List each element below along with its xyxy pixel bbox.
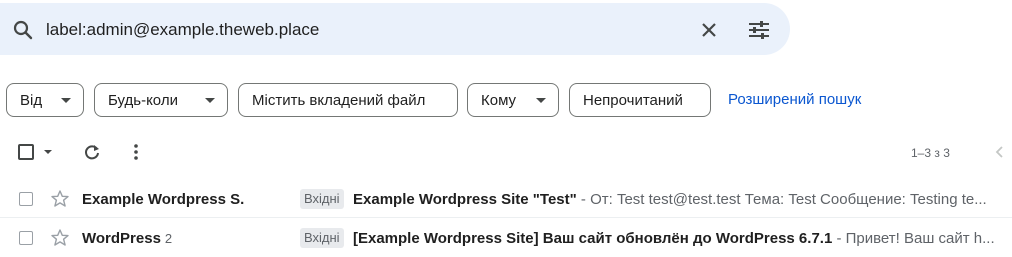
select-all-checkbox[interactable] (18, 144, 34, 160)
message-subject: Example Wordpress Site "Test" (353, 191, 577, 208)
chip-label: Від (20, 91, 43, 109)
chip-label: Будь-коли (108, 91, 178, 109)
message-row[interactable]: Example Wordpress S. Вхідні Example Word… (0, 180, 1012, 218)
row-checkbox[interactable] (19, 231, 33, 245)
chip-label: Кому (481, 91, 517, 109)
star-icon[interactable] (50, 189, 70, 209)
more-options-icon[interactable] (126, 142, 146, 162)
from-filter-chip[interactable]: Від (6, 83, 84, 117)
message-row[interactable]: WordPress 2 Вхідні [Example Wordpress Sit… (0, 219, 1012, 257)
has-attachment-chip[interactable]: Містить вкладений файл (238, 83, 458, 117)
close-icon[interactable] (697, 18, 721, 42)
chevron-down-icon[interactable] (44, 150, 52, 154)
chip-label: Непрочитаний (583, 91, 683, 109)
chevron-down-icon (536, 98, 546, 103)
date-filter-chip[interactable]: Будь-коли (94, 83, 228, 117)
search-input[interactable]: label:admin@example.theweb.place (46, 20, 319, 40)
message-preview: [Example Wordpress Site] Ваш сайт обновл… (353, 230, 1009, 247)
message-preview: Example Wordpress Site "Test" - От: Test… (353, 191, 1009, 208)
filter-chips: Від Будь-коли Містить вкладений файл Ком… (0, 83, 1012, 117)
chip-label: Містить вкладений файл (252, 91, 426, 109)
chevron-down-icon (61, 98, 71, 103)
inbox-label[interactable]: Вхідні (300, 189, 344, 209)
sender-label: WordPress (82, 230, 161, 247)
search-bar[interactable]: label:admin@example.theweb.place (0, 3, 790, 55)
search-options-icon[interactable] (746, 18, 772, 42)
star-icon[interactable] (50, 228, 70, 248)
row-checkbox[interactable] (19, 192, 33, 206)
sender-name: WordPress 2 (82, 230, 172, 247)
list-toolbar: 1–3 з 3 (0, 134, 1012, 170)
advanced-search-link[interactable]: Розширений пошук (728, 91, 861, 108)
chevron-down-icon (205, 98, 215, 103)
search-icon[interactable] (11, 18, 35, 42)
message-subject: [Example Wordpress Site] Ваш сайт обновл… (353, 230, 833, 247)
unread-filter-chip[interactable]: Непрочитаний (569, 83, 711, 117)
chevron-left-icon[interactable] (992, 144, 1008, 160)
to-filter-chip[interactable]: Кому (467, 83, 559, 117)
message-snippet: - От: Test test@test.test Тема: Test Соо… (576, 191, 987, 208)
sender-label: Example Wordpress S. (82, 191, 245, 208)
message-snippet: - Привет! Ваш сайт h... (832, 230, 995, 247)
sender-name: Example Wordpress S. (82, 191, 244, 208)
inbox-label[interactable]: Вхідні (300, 228, 344, 248)
pagination-count: 1–3 з 3 (911, 146, 950, 160)
top-bar: label:admin@example.theweb.place (0, 0, 1012, 64)
thread-count: 2 (164, 231, 173, 246)
refresh-icon[interactable] (82, 142, 102, 162)
